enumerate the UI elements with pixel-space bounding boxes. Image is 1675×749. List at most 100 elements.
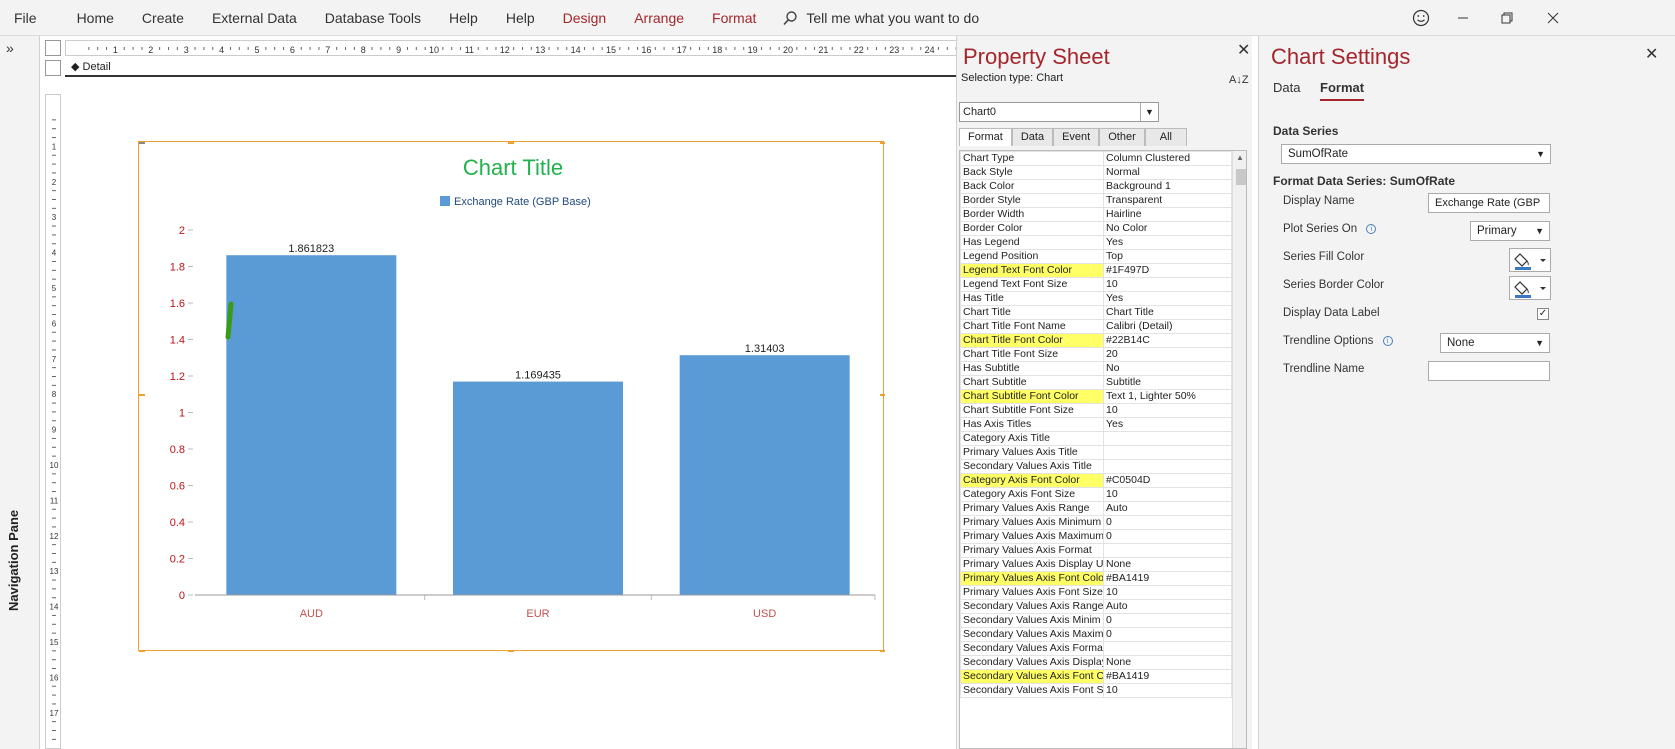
- tab-other[interactable]: Other: [1099, 128, 1145, 146]
- navigation-pane-label[interactable]: Navigation Pane: [6, 510, 21, 611]
- property-value[interactable]: #1F497D: [1103, 263, 1232, 278]
- property-row[interactable]: Chart Subtitle Font Size 10: [960, 403, 1232, 418]
- property-value[interactable]: #C0504D: [1103, 473, 1232, 488]
- detail-section-bar[interactable]: ◆ Detail: [65, 59, 971, 77]
- close-icon[interactable]: ✕: [1645, 44, 1658, 64]
- property-row[interactable]: Chart Subtitle Subtitle: [960, 375, 1232, 390]
- property-row[interactable]: Primary Values Axis Range Auto: [960, 501, 1232, 516]
- property-value[interactable]: No: [1103, 361, 1232, 376]
- property-row[interactable]: Has Title Yes: [960, 291, 1232, 306]
- tab-format[interactable]: Format: [1320, 80, 1365, 101]
- tab-all[interactable]: All: [1144, 128, 1187, 146]
- tab-external-data[interactable]: External Data: [198, 10, 311, 26]
- trendline-options-dropdown[interactable]: None ▼: [1440, 333, 1550, 353]
- property-value[interactable]: None: [1103, 655, 1232, 670]
- property-value[interactable]: None: [1103, 557, 1232, 572]
- info-icon[interactable]: i: [1382, 335, 1393, 346]
- property-value[interactable]: 10: [1103, 683, 1232, 698]
- property-row[interactable]: Primary Values Axis Display U None: [960, 557, 1232, 572]
- object-selector[interactable]: Chart0 ▼: [959, 102, 1159, 122]
- tab-data[interactable]: Data: [1273, 80, 1300, 95]
- property-row[interactable]: Secondary Values Axis Display None: [960, 655, 1232, 670]
- property-row[interactable]: Primary Values Axis Minimum 0: [960, 515, 1232, 530]
- property-row[interactable]: Chart Subtitle Font Color Text 1, Lighter…: [960, 389, 1232, 404]
- property-value[interactable]: [1103, 641, 1232, 656]
- property-row[interactable]: Primary Values Axis Maximum 0: [960, 529, 1232, 544]
- property-row[interactable]: Secondary Values Axis Forma: [960, 641, 1232, 656]
- tab-data[interactable]: Data: [1011, 128, 1054, 146]
- property-value[interactable]: [1103, 459, 1232, 474]
- data-series-dropdown[interactable]: SumOfRate ▼: [1281, 144, 1551, 164]
- minimize-icon[interactable]: [1440, 0, 1486, 36]
- close-icon[interactable]: ✕: [1237, 40, 1250, 60]
- chart-control[interactable]: Chart Title Exchange Rate (GBP Base) 0 0.2 0…: [138, 141, 885, 652]
- property-value[interactable]: Yes: [1103, 417, 1232, 432]
- property-row[interactable]: Border Style Transparent: [960, 193, 1232, 208]
- property-row[interactable]: Border Width Hairline: [960, 207, 1232, 222]
- tab-format[interactable]: Format: [698, 10, 770, 26]
- property-value[interactable]: #BA1419: [1103, 571, 1232, 586]
- property-row[interactable]: Category Axis Font Color #C0504D: [960, 473, 1232, 488]
- property-value[interactable]: #22B14C: [1103, 333, 1232, 348]
- property-row[interactable]: Legend Text Font Color #1F497D: [960, 263, 1232, 278]
- property-row[interactable]: Chart Title Chart Title: [960, 305, 1232, 320]
- property-row[interactable]: Back Style Normal: [960, 165, 1232, 180]
- property-value[interactable]: 10: [1103, 585, 1232, 600]
- section-selector[interactable]: [45, 60, 61, 76]
- tab-file[interactable]: File: [0, 10, 51, 26]
- property-value[interactable]: Normal: [1103, 165, 1232, 180]
- property-value[interactable]: Hairline: [1103, 207, 1232, 222]
- tab-format[interactable]: Format: [959, 128, 1012, 146]
- property-row[interactable]: Primary Values Axis Format: [960, 543, 1232, 558]
- property-value[interactable]: 0: [1103, 515, 1232, 530]
- property-row[interactable]: Primary Values Axis Font Size 10: [960, 585, 1232, 600]
- property-row[interactable]: Chart Type Column Clustered: [960, 151, 1232, 166]
- property-value[interactable]: Chart Title: [1103, 305, 1232, 320]
- property-value[interactable]: No Color: [1103, 221, 1232, 236]
- property-value[interactable]: Auto: [1103, 599, 1232, 614]
- property-value[interactable]: 0: [1103, 627, 1232, 642]
- property-value[interactable]: Background 1: [1103, 179, 1232, 194]
- property-row[interactable]: Secondary Values Axis Font S 10: [960, 683, 1232, 698]
- display-name-input[interactable]: Exchange Rate (GBP: [1428, 193, 1550, 213]
- property-row[interactable]: Secondary Values Axis Maxim 0: [960, 627, 1232, 642]
- property-value[interactable]: 0: [1103, 613, 1232, 628]
- property-row[interactable]: Secondary Values Axis Title: [960, 459, 1232, 474]
- trendline-name-input[interactable]: [1428, 361, 1550, 381]
- property-value[interactable]: [1103, 431, 1232, 446]
- restore-icon[interactable]: [1484, 0, 1530, 36]
- property-value[interactable]: Auto: [1103, 501, 1232, 516]
- scroll-thumb[interactable]: [1236, 169, 1246, 185]
- property-row[interactable]: Chart Title Font Size 20: [960, 347, 1232, 362]
- property-value[interactable]: Yes: [1103, 235, 1232, 250]
- property-value[interactable]: #BA1419: [1103, 669, 1232, 684]
- property-value[interactable]: 10: [1103, 403, 1232, 418]
- property-row[interactable]: Legend Text Font Size 10: [960, 277, 1232, 292]
- property-row[interactable]: Back Color Background 1: [960, 179, 1232, 194]
- property-row[interactable]: Primary Values Axis Font Colo #BA1419: [960, 571, 1232, 586]
- property-value[interactable]: Subtitle: [1103, 375, 1232, 390]
- property-row[interactable]: Category Axis Font Size 10: [960, 487, 1232, 502]
- expand-nav-icon[interactable]: »: [6, 40, 14, 56]
- property-row[interactable]: Category Axis Title: [960, 431, 1232, 446]
- property-row[interactable]: Secondary Values Axis Range Auto: [960, 599, 1232, 614]
- property-row[interactable]: Legend Position Top: [960, 249, 1232, 264]
- property-value[interactable]: Text 1, Lighter 50%: [1103, 389, 1232, 404]
- property-value[interactable]: Yes: [1103, 291, 1232, 306]
- plot-series-dropdown[interactable]: Primary ▼: [1470, 221, 1550, 241]
- info-icon[interactable]: i: [1366, 223, 1377, 234]
- border-color-button[interactable]: [1509, 276, 1551, 300]
- property-value[interactable]: 20: [1103, 347, 1232, 362]
- property-value[interactable]: 0: [1103, 529, 1232, 544]
- property-row[interactable]: Has Subtitle No: [960, 361, 1232, 376]
- chevron-down-icon[interactable]: ▼: [1140, 103, 1158, 121]
- property-row[interactable]: Secondary Values Axis Font C #BA1419: [960, 669, 1232, 684]
- property-value[interactable]: Calibri (Detail): [1103, 319, 1232, 334]
- property-scrollbar[interactable]: ▲: [1232, 151, 1246, 748]
- tab-event[interactable]: Event: [1053, 128, 1100, 146]
- tab-help-2[interactable]: Help: [492, 10, 549, 26]
- property-value[interactable]: Transparent: [1103, 193, 1232, 208]
- property-row[interactable]: Has Axis Titles Yes: [960, 417, 1232, 432]
- property-row[interactable]: Chart Title Font Color #22B14C: [960, 333, 1232, 348]
- property-row[interactable]: Chart Title Font Name Calibri (Detail): [960, 319, 1232, 334]
